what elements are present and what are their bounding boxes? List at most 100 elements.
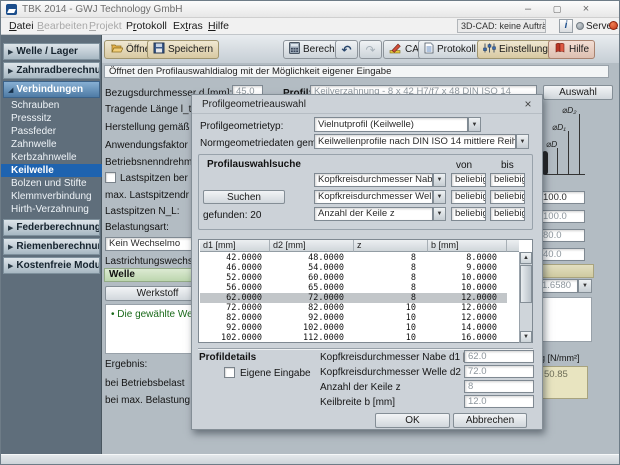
undo-icon: ↶ <box>341 44 351 56</box>
material-number-combobox[interactable]: 1.6580 <box>538 279 578 293</box>
sidebar-group-zahnradberechnung[interactable]: ▶Zahnradberechnung <box>3 62 100 79</box>
column-header-d2[interactable]: d2 [mm] <box>270 240 354 252</box>
profile-type-combobox[interactable]: Vielnutprofil (Keilwelle) <box>314 117 468 132</box>
profile-search-groupbox: Profilauswahlsuche von bis Kopfkreisdurc… <box>198 154 533 230</box>
protocol-button[interactable]: Protokoll <box>418 40 482 59</box>
profile-select-button[interactable]: Auswahl <box>543 85 613 100</box>
menu-hilfe[interactable]: Hilfe <box>208 20 229 32</box>
settings-sliders-icon <box>483 42 496 57</box>
info-button[interactable]: i <box>559 19 573 33</box>
sidebar-item-klemmverbindung[interactable]: Klemmverbindung <box>1 190 102 203</box>
table-row[interactable]: 72.000082.00001012.0000 <box>200 303 507 313</box>
scroll-down-icon[interactable]: ▼ <box>520 331 532 343</box>
sidebar-item-bolzen-und-stifte[interactable]: Bolzen und Stifte <box>1 177 102 190</box>
table-row[interactable]: 46.000054.000089.0000 <box>200 263 507 273</box>
right-field-2[interactable]: 100.0 <box>539 210 585 223</box>
norm-data-combobox[interactable]: Keilwellenprofile nach DIN ISO 14 mittle… <box>314 134 516 149</box>
chevron-down-icon[interactable]: ▼ <box>468 117 481 132</box>
criterion-1-from-field[interactable]: beliebig <box>451 173 486 187</box>
dialog-title-bar: Profilgeometrieauswahl × <box>192 95 542 114</box>
chevron-down-icon[interactable]: ▼ <box>516 134 529 149</box>
maximize-icon[interactable]: ▢ <box>549 2 565 16</box>
collapsed-triangle-icon: ▶ <box>8 68 13 75</box>
sidebar-item-passfeder[interactable]: Passfeder <box>1 125 102 138</box>
search-criterion-1-combobox[interactable]: Kopfkreisdurchmesser Nabe d1 <box>314 173 433 187</box>
right-field-4[interactable]: 40.0 <box>539 248 585 261</box>
column-header-d1[interactable]: d1 [mm] <box>200 240 270 252</box>
criterion-3-to-field[interactable]: beliebig <box>490 207 525 221</box>
chevron-down-icon[interactable]: ▼ <box>433 207 446 221</box>
search-button[interactable]: Suchen <box>203 190 285 204</box>
sidebar-nav: ▶Welle / Lager ▶Zahnradberechnung ◢Verbi… <box>1 35 102 454</box>
sidebar-item-presssitz[interactable]: Presssitz <box>1 112 102 125</box>
table-row[interactable]: 92.0000102.00001014.0000 <box>200 323 507 333</box>
close-icon[interactable]: × <box>578 2 594 16</box>
menu-extras[interactable]: Extras <box>173 20 203 32</box>
table-row-selected[interactable]: 62.000072.0000812.0000 <box>200 293 507 303</box>
redo-icon: ↷ <box>365 44 375 56</box>
sidebar-group-federberechnung[interactable]: ▶Federberechnung <box>3 219 100 236</box>
lastspitzen-checkbox[interactable] <box>105 172 116 183</box>
menu-protokoll[interactable]: Protokoll <box>126 20 167 32</box>
table-row[interactable]: 102.0000112.00001016.0000 <box>200 333 507 343</box>
column-header-b[interactable]: b [mm] <box>428 240 507 252</box>
book-icon <box>554 42 566 57</box>
table-scrollbar[interactable]: ▲ ▼ <box>519 252 532 343</box>
scrollbar-thumb[interactable] <box>520 265 532 303</box>
save-button[interactable]: Speichern <box>147 40 219 59</box>
calculator-icon <box>289 42 300 57</box>
minimize-icon[interactable]: – <box>520 2 536 16</box>
pencil-icon <box>389 42 402 57</box>
scroll-up-icon[interactable]: ▲ <box>520 252 532 264</box>
custom-input-checkbox[interactable] <box>224 367 235 378</box>
dialog-title: Profilgeometrieauswahl <box>202 99 306 110</box>
sidebar-item-keilwelle-selected[interactable]: Keilwelle <box>1 164 102 177</box>
detail-label-b: Keilbreite b [mm] <box>320 397 395 408</box>
stress-result-box: 50.85 <box>538 366 588 399</box>
document-icon <box>424 42 434 57</box>
sidebar-group-welle-lager[interactable]: ▶Welle / Lager <box>3 43 100 60</box>
search-criterion-2-combobox[interactable]: Kopfkreisdurchmesser Welle d2 <box>314 190 433 204</box>
undo-button[interactable]: ↶ <box>335 40 358 59</box>
result-line-1: bei Betriebsbelast <box>105 378 185 389</box>
sidebar-group-kostenfreie-module[interactable]: ▶Kostenfreie Module <box>3 257 100 274</box>
diameter-d2-label: ⌀D₂ <box>562 105 577 116</box>
help-button[interactable]: Hilfe <box>548 40 595 59</box>
criterion-2-to-field[interactable]: beliebig <box>490 190 525 204</box>
cancel-button[interactable]: Abbrechen <box>453 413 527 428</box>
column-header-z[interactable]: z <box>354 240 428 252</box>
right-field-3[interactable]: 80.0 <box>539 229 585 242</box>
chevron-down-icon[interactable]: ▼ <box>578 279 592 293</box>
table-row[interactable]: 82.000092.00001012.0000 <box>200 313 507 323</box>
label-tragende-laenge: Tragende Länge l_t <box>105 104 191 115</box>
title-bar: TBK 2014 - GWJ Technology GmbH – ▢ × <box>1 1 620 18</box>
menu-bearbeiten: Bearbeiten <box>37 20 88 32</box>
table-row[interactable]: 56.000065.0000810.0000 <box>200 283 507 293</box>
chevron-down-icon[interactable]: ▼ <box>433 173 446 187</box>
sidebar-group-riemenberechnung[interactable]: ▶Riemenberechnung <box>3 238 100 255</box>
material-note-text: • Die gewählte We <box>111 309 193 320</box>
table-row[interactable]: 52.000060.0000810.0000 <box>200 273 507 283</box>
criterion-1-to-field[interactable]: beliebig <box>490 173 525 187</box>
sidebar-group-verbindungen[interactable]: ◢Verbindungen <box>3 81 100 98</box>
detail-field-b: 12.0 <box>464 395 534 408</box>
criterion-2-from-field[interactable]: beliebig <box>451 190 486 204</box>
menu-projekt: Projekt <box>89 20 122 32</box>
sidebar-item-kerbzahnwelle[interactable]: Kerbzahnwelle <box>1 151 102 164</box>
chevron-down-icon[interactable]: ▼ <box>433 190 446 204</box>
status-bar <box>1 454 620 465</box>
right-field-1[interactable]: 100.0 <box>539 191 585 204</box>
menu-datei[interactable]: Datei <box>9 20 34 32</box>
criterion-3-from-field[interactable]: beliebig <box>451 207 486 221</box>
label-lastspitzen: Lastspitzen ber <box>120 173 188 184</box>
sidebar-item-zahnwelle[interactable]: Zahnwelle <box>1 138 102 151</box>
search-criterion-3-combobox[interactable]: Anzahl der Keile z <box>314 207 433 221</box>
ok-button[interactable]: OK <box>375 413 450 428</box>
sidebar-item-hirth-verzahnung[interactable]: Hirth-Verzahnung <box>1 203 102 216</box>
dialog-close-icon[interactable]: × <box>520 97 536 112</box>
search-group-title: Profilauswahlsuche <box>207 159 301 170</box>
sidebar-item-schrauben[interactable]: Schrauben <box>1 99 102 112</box>
profile-results-table: d1 [mm] d2 [mm] z b [mm] 42.000048.00008… <box>198 239 533 343</box>
table-row[interactable]: 42.000048.000088.0000 <box>200 253 507 263</box>
window-title: TBK 2014 - GWJ Technology GmbH <box>22 4 182 15</box>
